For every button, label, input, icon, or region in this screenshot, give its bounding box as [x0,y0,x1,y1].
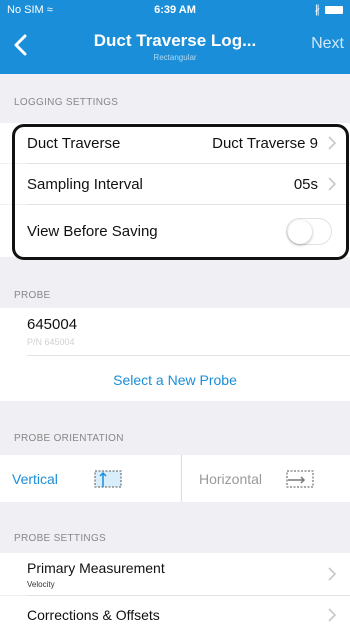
view-before-saving-label: View Before Saving [27,223,158,240]
back-button[interactable] [6,30,36,60]
horizontal-label: Horizontal [199,471,263,487]
next-button[interactable]: Next [311,35,344,53]
probe-id: 645004 [27,316,78,333]
corrections-offsets-row[interactable]: Corrections & Offsets [0,596,350,624]
logging-settings-header: LOGGING SETTINGS [14,97,119,108]
primary-measurement-title: Primary Measurement [27,560,165,576]
vertical-orientation-icon [94,470,122,488]
primary-measurement-row[interactable]: Primary Measurement Velocity [0,553,350,595]
toggle-knob [288,220,312,244]
sampling-interval-row[interactable]: Sampling Interval 05s [0,164,350,204]
navigation-bar: Duct Traverse Log... Rectangular Next [0,20,350,74]
probe-serial: P/N 645004 [27,337,75,347]
chevron-left-icon [14,34,27,56]
page-subtitle: Rectangular [153,53,197,62]
primary-measurement-value: Velocity [27,580,55,589]
select-new-probe-button[interactable]: Select a New Probe [0,372,350,388]
page-title: Duct Traverse Log... [93,31,257,50]
sampling-interval-value: 05s [293,176,318,193]
probe-header: PROBE [14,290,51,301]
vertical-label: Vertical [12,471,58,487]
duct-traverse-label: Duct Traverse [27,135,121,152]
probe-settings-header: PROBE SETTINGS [14,533,106,544]
chevron-right-icon [328,567,336,581]
probe-orientation-header: PROBE ORIENTATION [14,433,124,444]
chevron-right-icon [328,608,336,622]
sampling-interval-label: Sampling Interval [27,176,143,193]
divider [27,355,350,356]
horizontal-option[interactable]: Horizontal [182,455,350,502]
vertical-option[interactable]: Vertical [0,455,181,502]
duct-traverse-value: Duct Traverse 9 [212,135,318,152]
status-time: 6:39 AM [154,4,196,16]
chevron-right-icon [328,177,336,191]
duct-traverse-row[interactable]: Duct Traverse Duct Traverse 9 [0,123,350,163]
horizontal-orientation-icon [286,470,314,488]
bluetooth-icon: ∦ [314,4,321,16]
status-bar: No SIM ≈ 6:39 AM ∦ [0,0,350,20]
view-before-saving-toggle[interactable] [286,218,332,245]
corrections-offsets-title: Corrections & Offsets [27,607,160,623]
view-before-saving-row: View Before Saving [0,205,350,257]
probe-group: 645004 P/N 645004 Select a New Probe [0,308,350,401]
battery-icon [325,6,343,14]
chevron-right-icon [328,136,336,150]
